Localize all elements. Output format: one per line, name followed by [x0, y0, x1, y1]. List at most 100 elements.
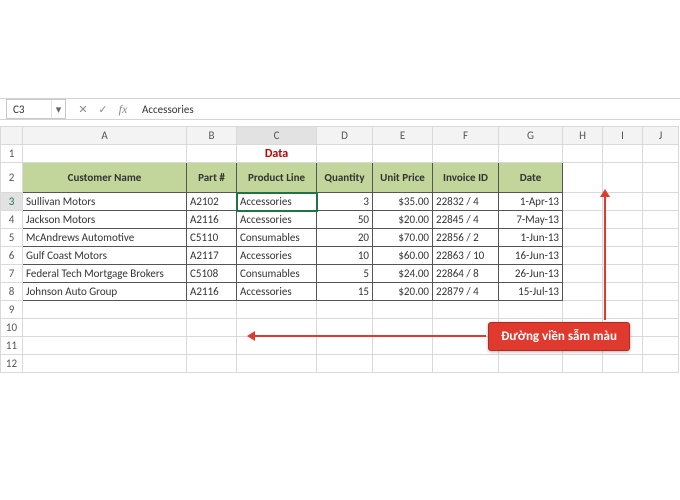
cell[interactable]: $24.00 [373, 265, 433, 283]
cell[interactable] [187, 301, 237, 319]
cell[interactable]: Accessories [237, 211, 317, 229]
cell-active[interactable]: Accessories [237, 193, 317, 211]
cell[interactable] [23, 319, 187, 337]
cell[interactable]: A2116 [187, 283, 237, 301]
cell[interactable] [433, 301, 499, 319]
cell[interactable] [603, 229, 643, 247]
cell[interactable] [373, 337, 433, 355]
cell[interactable] [643, 337, 679, 355]
cell[interactable]: A2102 [187, 193, 237, 211]
formula-input[interactable]: Accessories [136, 99, 680, 119]
cell[interactable] [643, 301, 679, 319]
header-customer-name[interactable]: Customer Name [23, 163, 187, 193]
cell[interactable] [23, 301, 187, 319]
cell[interactable] [187, 319, 237, 337]
cell[interactable] [643, 319, 679, 337]
cell[interactable]: $60.00 [373, 247, 433, 265]
cell[interactable] [643, 355, 679, 373]
cell[interactable] [563, 265, 603, 283]
row-header[interactable]: 4 [1, 211, 23, 229]
cell[interactable]: 15-Jul-13 [499, 283, 563, 301]
cell[interactable]: A2117 [187, 247, 237, 265]
cell[interactable]: A2116 [187, 211, 237, 229]
cell[interactable]: Accessories [237, 247, 317, 265]
cell[interactable]: $20.00 [373, 283, 433, 301]
row-header[interactable]: 10 [1, 319, 23, 337]
cell[interactable] [643, 163, 679, 193]
cell[interactable]: 20 [317, 229, 373, 247]
fx-icon[interactable]: fx [116, 102, 130, 117]
cell[interactable] [603, 301, 643, 319]
cell[interactable]: Federal Tech Mortgage Brokers [23, 265, 187, 283]
cell[interactable] [563, 355, 603, 373]
cell[interactable]: 22864 / 8 [433, 265, 499, 283]
cell[interactable] [317, 301, 373, 319]
cell[interactable] [643, 283, 679, 301]
row-header[interactable]: 6 [1, 247, 23, 265]
cell[interactable] [643, 247, 679, 265]
row-header[interactable]: 9 [1, 301, 23, 319]
cell[interactable]: 16-Jun-13 [499, 247, 563, 265]
cell[interactable]: 22863 / 10 [433, 247, 499, 265]
row-header[interactable]: 3 [1, 193, 23, 211]
cell[interactable] [643, 193, 679, 211]
cell[interactable]: 7-May-13 [499, 211, 563, 229]
cell[interactable]: 3 [317, 193, 373, 211]
col-header-H[interactable]: H [563, 127, 603, 145]
cell[interactable] [317, 145, 373, 163]
cell[interactable] [603, 211, 643, 229]
cell[interactable] [563, 145, 603, 163]
cell[interactable] [317, 355, 373, 373]
cell[interactable]: Accessories [237, 283, 317, 301]
header-date[interactable]: Date [499, 163, 563, 193]
cell[interactable]: Gulf Coast Motors [23, 247, 187, 265]
cell[interactable] [563, 283, 603, 301]
cell[interactable]: 22856 / 2 [433, 229, 499, 247]
cell[interactable] [237, 301, 317, 319]
col-header-D[interactable]: D [317, 127, 373, 145]
name-box[interactable]: C3 ▾ [6, 99, 66, 119]
row-header[interactable]: 2 [1, 163, 23, 193]
cell[interactable] [643, 211, 679, 229]
col-header-F[interactable]: F [433, 127, 499, 145]
cell[interactable]: 22832 / 4 [433, 193, 499, 211]
col-header-C[interactable]: C [237, 127, 317, 145]
col-header-I[interactable]: I [603, 127, 643, 145]
cell[interactable] [643, 265, 679, 283]
cell[interactable] [373, 355, 433, 373]
header-unit-price[interactable]: Unit Price [373, 163, 433, 193]
cell[interactable] [237, 355, 317, 373]
cell[interactable]: $70.00 [373, 229, 433, 247]
header-invoice-id[interactable]: Invoice ID [433, 163, 499, 193]
cancel-icon[interactable]: ✕ [76, 103, 90, 116]
cell[interactable]: 22845 / 4 [433, 211, 499, 229]
cell[interactable]: 50 [317, 211, 373, 229]
cell[interactable] [433, 355, 499, 373]
cell[interactable] [317, 337, 373, 355]
cell[interactable]: 26-Jun-13 [499, 265, 563, 283]
row-header[interactable]: 11 [1, 337, 23, 355]
cell[interactable]: $20.00 [373, 211, 433, 229]
cell[interactable] [23, 337, 187, 355]
cell[interactable] [643, 145, 679, 163]
name-box-dropdown-icon[interactable]: ▾ [51, 100, 65, 118]
cell[interactable]: $35.00 [373, 193, 433, 211]
cell[interactable]: 15 [317, 283, 373, 301]
cell[interactable] [433, 145, 499, 163]
select-all-corner[interactable] [1, 127, 23, 145]
cell[interactable] [563, 163, 603, 193]
cell[interactable] [317, 319, 373, 337]
cell[interactable]: 22879 / 4 [433, 283, 499, 301]
row-header[interactable]: 8 [1, 283, 23, 301]
col-header-B[interactable]: B [187, 127, 237, 145]
cell[interactable] [373, 145, 433, 163]
header-product-line[interactable]: Product Line [237, 163, 317, 193]
cell[interactable] [563, 229, 603, 247]
cell[interactable] [603, 145, 643, 163]
cell[interactable] [603, 265, 643, 283]
cell[interactable] [563, 193, 603, 211]
cell[interactable]: 1-Apr-13 [499, 193, 563, 211]
row-header[interactable]: 12 [1, 355, 23, 373]
row-header[interactable]: 1 [1, 145, 23, 163]
cell[interactable] [23, 145, 187, 163]
